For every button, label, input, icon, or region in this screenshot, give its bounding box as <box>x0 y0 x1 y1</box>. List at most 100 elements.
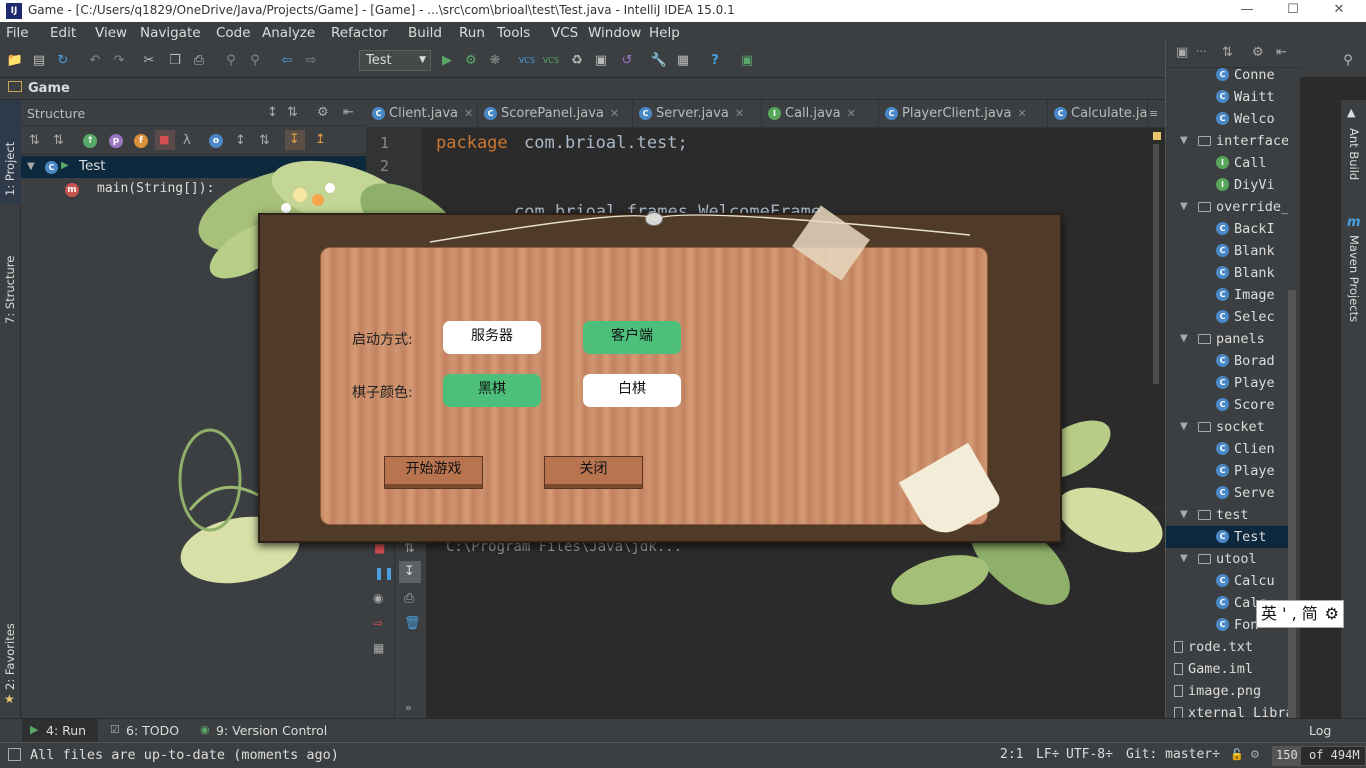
gear-icon[interactable]: ⚙ <box>1252 45 1264 60</box>
find-icon[interactable]: ⚲ <box>222 52 240 70</box>
tab-version-control[interactable]: 9: Version Control <box>216 723 327 738</box>
gear-icon[interactable]: ⚙ <box>317 105 329 120</box>
replace-icon[interactable]: ⚲ <box>246 52 264 70</box>
tab-playerclient-java[interactable]: C PlayerClient.java ✕ <box>879 100 1048 128</box>
layout-icon[interactable]: ▦ <box>373 641 384 655</box>
tree-item-interface[interactable]: I DiyVi <box>1166 174 1288 196</box>
hide-panel-icon[interactable]: ⇤ <box>343 105 354 120</box>
menu-refactor[interactable]: Refactor <box>331 25 388 41</box>
menu-navigate[interactable]: Navigate <box>140 25 201 41</box>
menu-tools[interactable]: Tools <box>497 25 530 41</box>
close-tab-icon[interactable]: ✕ <box>610 107 619 120</box>
tab-maven-projects[interactable]: Maven Projects <box>1347 235 1361 322</box>
minimize-icon[interactable]: — <box>1224 0 1270 22</box>
project-scrollbar[interactable] <box>1288 290 1296 720</box>
structure-root-class[interactable]: Test <box>79 158 106 174</box>
more-actions-icon[interactable]: » <box>405 701 412 714</box>
menu-window[interactable]: Window <box>588 25 641 41</box>
vcs-commit-icon[interactable]: VCS <box>542 52 560 70</box>
tree-item-folder[interactable]: ▼ override_ <box>1166 196 1288 218</box>
plugin-icon[interactable]: ▣ <box>738 52 756 70</box>
tree-item-class[interactable]: C Blank <box>1166 262 1288 284</box>
tab-event-log[interactable]: Log <box>1309 723 1331 738</box>
tab-overflow-icon[interactable]: ≡ <box>1149 107 1158 120</box>
tree-item-class[interactable]: C Borad <box>1166 350 1288 372</box>
tab-project[interactable]: 1: Project <box>3 142 17 196</box>
show-inherited-icon[interactable]: ↑ <box>83 134 97 148</box>
gear-icon[interactable]: ⚙ <box>1325 601 1339 627</box>
tree-item-file[interactable]: rode.txt <box>1166 636 1288 658</box>
server-button[interactable]: 服务器 <box>443 321 541 354</box>
cut-icon[interactable]: ✂ <box>140 52 158 70</box>
close-tab-icon[interactable]: ✕ <box>1017 107 1026 120</box>
tree-item-file[interactable]: Game.iml <box>1166 658 1288 680</box>
expand-all-icon[interactable]: ↕ <box>267 105 278 120</box>
menu-edit[interactable]: Edit <box>50 25 76 41</box>
sync-icon[interactable]: ↻ <box>54 52 72 70</box>
project-structure-icon[interactable]: ▦ <box>674 52 692 70</box>
close-tab-icon[interactable]: ✕ <box>464 107 473 120</box>
run-icon[interactable]: ▶ <box>438 52 456 70</box>
menu-file[interactable]: File <box>6 25 29 41</box>
memory-indicator[interactable]: 150 of 494M <box>1272 746 1366 766</box>
vcs-update-icon[interactable]: VCS <box>518 52 536 70</box>
tab-calculate-java[interactable]: CCalculate.java <box>1048 100 1148 128</box>
lock-icon[interactable]: 🔓 <box>1230 748 1244 761</box>
exit-icon[interactable]: ⇨ <box>373 616 383 630</box>
tree-item-class[interactable]: C Playe <box>1166 372 1288 394</box>
git-branch[interactable]: Git: master÷ <box>1126 747 1220 762</box>
view-options-icon[interactable]: ⋅⋅⋅ <box>1196 45 1207 58</box>
menu-vcs[interactable]: VCS <box>551 25 578 41</box>
white-piece-button[interactable]: 白棋 <box>583 374 681 407</box>
sort-visibility-icon[interactable]: ⇅ <box>29 133 40 148</box>
tree-item-class[interactable]: C Image <box>1166 284 1288 306</box>
trash-icon[interactable]: 🗑 <box>404 616 421 631</box>
caret-position[interactable]: 2:1 <box>1000 747 1023 762</box>
tree-item-class[interactable]: C Calcu <box>1166 570 1288 592</box>
menu-view[interactable]: View <box>95 25 127 41</box>
tree-item-folder[interactable]: ▼ socket <box>1166 416 1288 438</box>
tree-item-class[interactable]: C Blank <box>1166 240 1288 262</box>
search-everywhere-icon[interactable]: ⚲ <box>1339 52 1357 70</box>
tree-item-class[interactable]: C Serve <box>1166 482 1288 504</box>
paste-icon[interactable]: ⎙ <box>190 52 208 70</box>
menu-build[interactable]: Build <box>408 25 442 41</box>
collapse-all-icon[interactable]: ⇅ <box>1222 45 1233 60</box>
tree-item-class[interactable]: C Playe <box>1166 460 1288 482</box>
tab-client-java[interactable]: C Client.java ✕ <box>366 100 478 128</box>
scope-icon[interactable]: ▣ <box>1176 45 1188 60</box>
show-fields-icon[interactable]: f <box>134 134 148 148</box>
tree-item-class[interactable]: C BackI <box>1166 218 1288 240</box>
tree-item-class[interactable]: C Conne <box>1166 64 1288 86</box>
menu-code[interactable]: Code <box>216 25 251 41</box>
tree-expand-icon[interactable]: ▼ <box>27 161 35 172</box>
hide-panel-icon[interactable]: ⇤ <box>1276 45 1287 60</box>
tab-ant-build[interactable]: Ant Build <box>1347 128 1361 180</box>
undo-icon[interactable]: ↶ <box>86 52 104 70</box>
revert-icon[interactable]: ↺ <box>618 52 636 70</box>
forward-icon[interactable]: ⇨ <box>302 52 320 70</box>
tree-item-class[interactable]: C Clien <box>1166 438 1288 460</box>
tab-favorites[interactable]: 2: Favorites <box>3 623 17 690</box>
redo-icon[interactable]: ↷ <box>110 52 128 70</box>
open-folder-icon[interactable]: 📁 <box>6 52 24 70</box>
tree-item-folder[interactable]: ▼ test <box>1166 504 1288 526</box>
black-piece-button[interactable]: 黑棋 <box>443 374 541 407</box>
inspector-icon[interactable]: ⚙ <box>1250 748 1260 761</box>
tab-server-java[interactable]: C Server.java ✕ <box>633 100 762 128</box>
tree-item-file[interactable]: image.png <box>1166 680 1288 702</box>
close-icon[interactable]: ✕ <box>1316 0 1362 22</box>
tree-item-interface[interactable]: I Call <box>1166 152 1288 174</box>
file-encoding[interactable]: UTF-8÷ <box>1066 747 1113 762</box>
tree-item-folder[interactable]: ▼ panels <box>1166 328 1288 350</box>
breadcrumb-project[interactable]: Game <box>28 81 70 96</box>
tree-expand-icon[interactable]: ▼ <box>1180 130 1188 152</box>
ime-indicator[interactable]: 英 ' , 简 ⚙ <box>1256 600 1344 628</box>
coverage-icon[interactable]: ❋ <box>486 52 504 70</box>
tab-todo[interactable]: 6: TODO <box>126 723 179 738</box>
settings-icon[interactable]: 🔧 <box>650 52 668 70</box>
tree-item-class[interactable]: C Score <box>1166 394 1288 416</box>
run-configuration-select[interactable]: Test ▼ <box>359 50 431 71</box>
tree-item-folder[interactable]: ▼ utool <box>1166 548 1288 570</box>
close-button[interactable]: 关闭 <box>544 456 643 489</box>
